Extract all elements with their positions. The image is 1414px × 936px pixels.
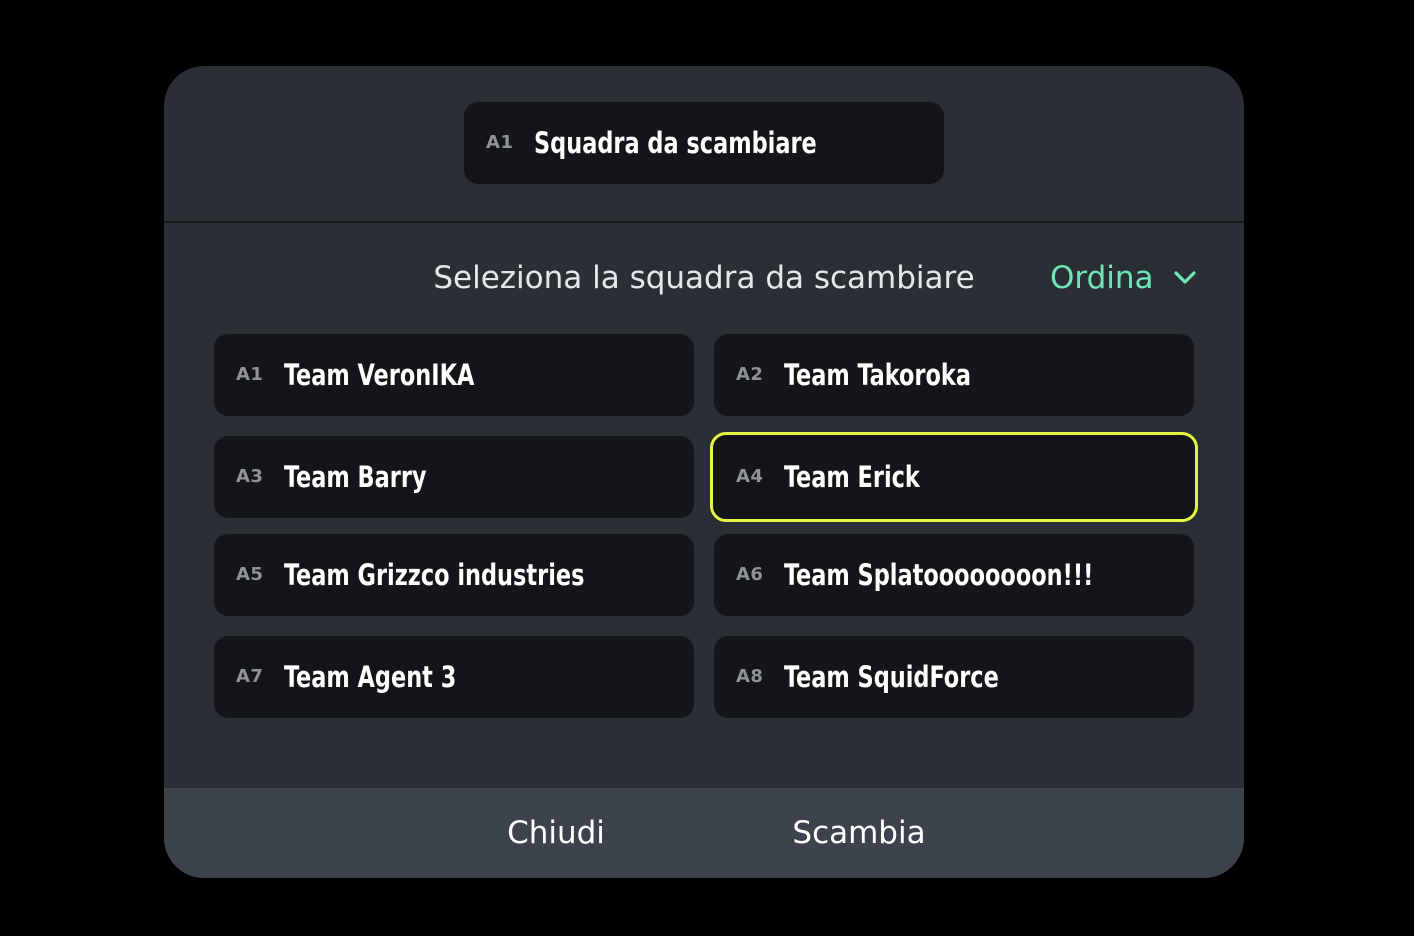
team-card-a8[interactable]: A8 Team SquidForce: [714, 636, 1194, 718]
team-name: Team SquidForce: [784, 660, 999, 694]
team-card-a4[interactable]: A4 Team Erick: [710, 432, 1198, 522]
team-name: Team Erick: [784, 460, 920, 494]
team-card-a5[interactable]: A5 Team Grizzco industries: [214, 534, 694, 616]
team-code: A6: [736, 564, 764, 585]
header-divider: [164, 221, 1244, 223]
team-card-a7[interactable]: A7 Team Agent 3: [214, 636, 694, 718]
team-code: A5: [236, 564, 264, 585]
team-card-a1[interactable]: A1 Team VeronIKA: [214, 334, 694, 416]
team-card-a6[interactable]: A6 Team Splatoooooooon!!!: [714, 534, 1194, 616]
team-name: Team VeronIKA: [284, 358, 475, 392]
current-team-code: A1: [486, 132, 514, 153]
team-code: A1: [236, 364, 264, 385]
current-team-card: A1 Squadra da scambiare: [464, 102, 944, 184]
team-name: Team Barry: [284, 460, 427, 494]
chevron-down-icon: [1173, 271, 1196, 284]
dialog-header: A1 Squadra da scambiare: [164, 66, 1244, 222]
dialog-footer: Chiudi Scambia: [164, 788, 1244, 878]
team-code: A4: [736, 466, 764, 487]
current-team-name: Squadra da scambiare: [534, 126, 817, 160]
team-name: Team Grizzco industries: [284, 558, 585, 592]
sort-button[interactable]: Ordina: [1050, 252, 1198, 304]
team-card-a3[interactable]: A3 Team Barry: [214, 436, 694, 518]
swap-button[interactable]: Scambia: [739, 788, 979, 878]
team-code: A2: [736, 364, 764, 385]
team-name: Team Splatoooooooon!!!: [784, 558, 1094, 592]
team-code: A3: [236, 466, 264, 487]
swap-team-dialog: A1 Squadra da scambiare Seleziona la squ…: [164, 66, 1244, 878]
team-name: Team Takoroka: [784, 358, 971, 392]
team-name: Team Agent 3: [284, 660, 457, 694]
sort-label: Ordina: [1050, 260, 1154, 296]
team-code: A8: [736, 666, 764, 687]
team-code: A7: [236, 666, 264, 687]
team-card-a2[interactable]: A2 Team Takoroka: [714, 334, 1194, 416]
close-button[interactable]: Chiudi: [436, 788, 676, 878]
